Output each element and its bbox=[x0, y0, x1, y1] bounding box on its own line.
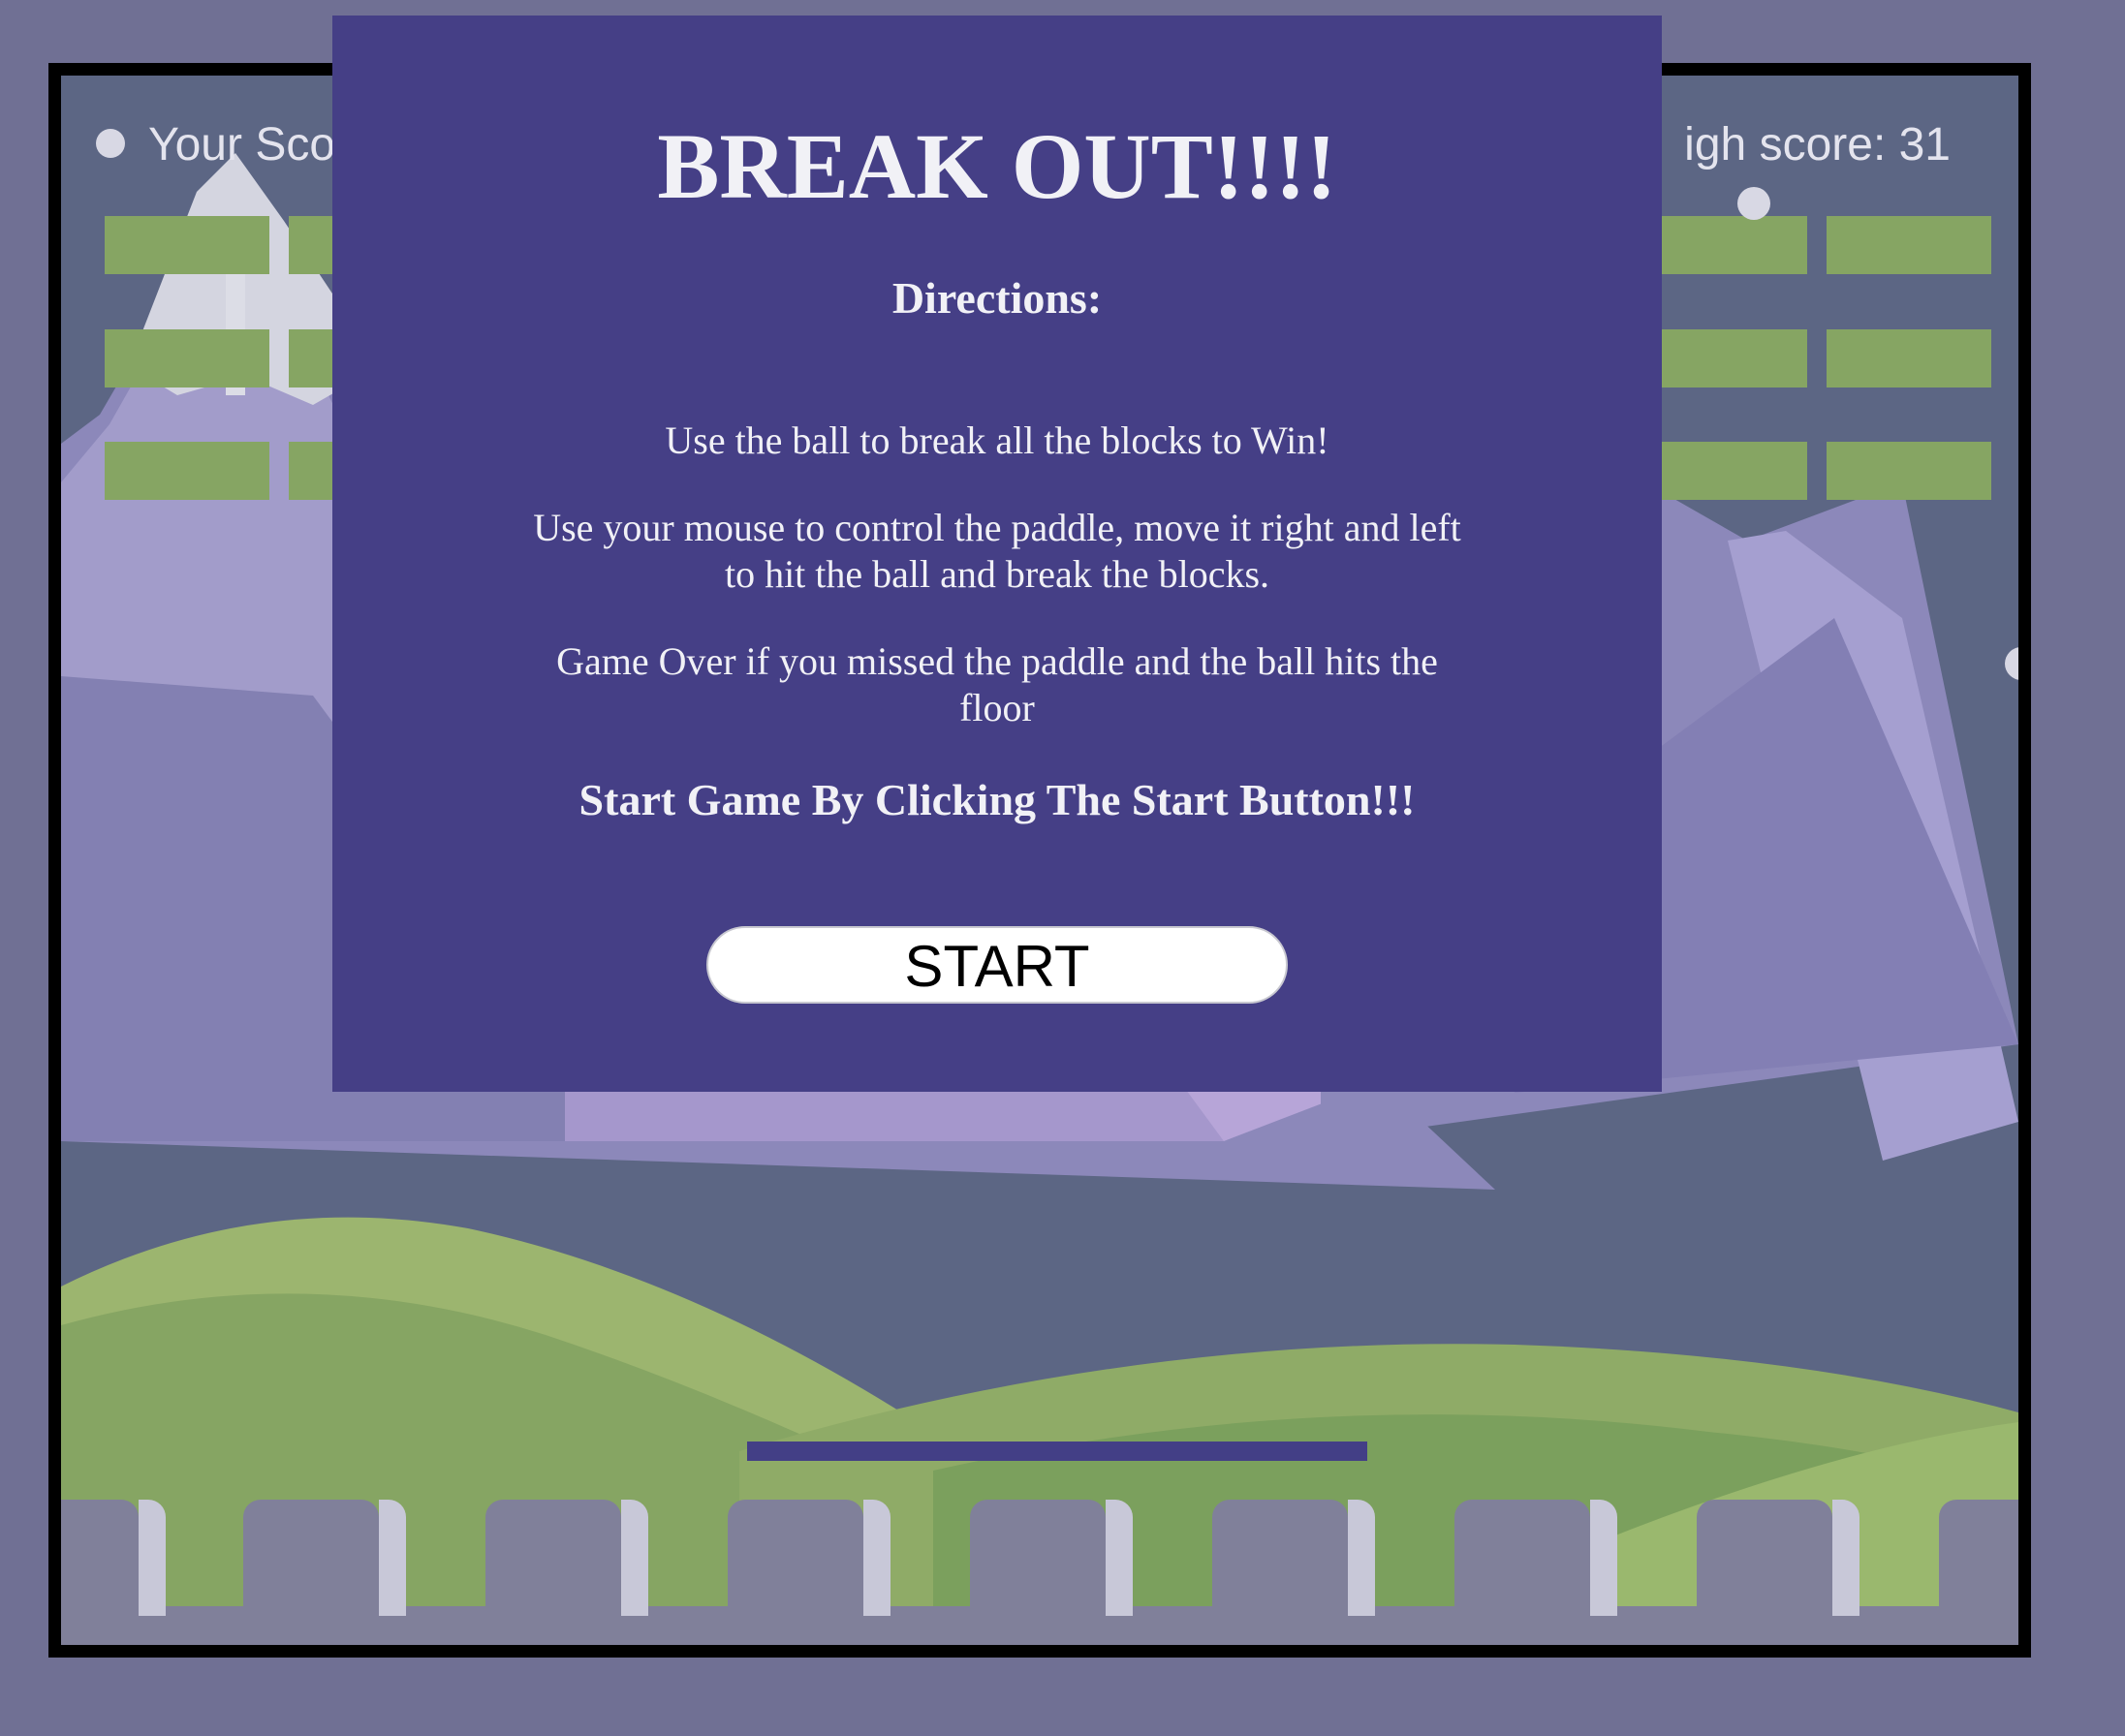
start-button[interactable]: START bbox=[706, 926, 1288, 1004]
brick bbox=[1642, 216, 1807, 274]
start-instruction: Start Game By Clicking The Start Button!… bbox=[578, 775, 1416, 824]
directions-heading: Directions: bbox=[891, 273, 1103, 323]
brick bbox=[105, 442, 269, 500]
fence-post bbox=[970, 1500, 1133, 1616]
brick bbox=[105, 216, 269, 274]
direction-text: Game Over if you missed the paddle and t… bbox=[556, 639, 1438, 729]
brick bbox=[1827, 442, 1991, 500]
fence-post bbox=[1939, 1500, 2018, 1616]
brick bbox=[1827, 216, 1991, 274]
direction-text: Use the ball to break all the blocks to … bbox=[665, 418, 1329, 462]
brick bbox=[1642, 442, 1807, 500]
score-dot-icon bbox=[96, 129, 125, 158]
direction-text: Use your mouse to control the paddle, mo… bbox=[533, 506, 1461, 596]
brick bbox=[105, 329, 269, 388]
fence-post bbox=[1454, 1500, 1617, 1616]
ball-icon bbox=[1737, 187, 1770, 220]
brick bbox=[1827, 329, 1991, 388]
fence-post bbox=[1697, 1500, 1859, 1616]
instructions-modal: BREAK OUT!!!! Directions: Use the ball t… bbox=[332, 16, 1662, 1092]
fence-post bbox=[485, 1500, 648, 1616]
score-label: Your Sco bbox=[148, 119, 336, 170]
game-title: BREAK OUT!!!! bbox=[657, 114, 1337, 218]
ball-icon bbox=[2005, 647, 2018, 680]
fence-post bbox=[61, 1500, 166, 1616]
paddle[interactable] bbox=[747, 1442, 1367, 1461]
fence-post bbox=[728, 1500, 891, 1616]
fence-post bbox=[243, 1500, 406, 1616]
high-score-label: igh score: 31 bbox=[1684, 119, 1951, 170]
fence-post bbox=[1212, 1500, 1375, 1616]
brick bbox=[1642, 329, 1807, 388]
